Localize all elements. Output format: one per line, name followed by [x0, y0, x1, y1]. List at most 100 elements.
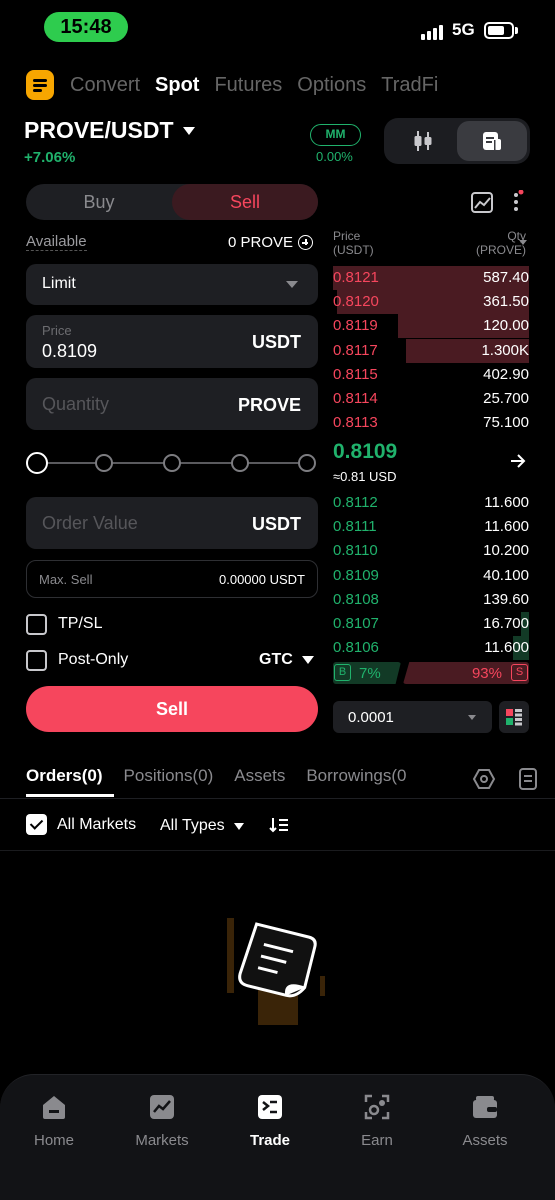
available-amount: 0 PROVE: [228, 234, 294, 251]
sell-button[interactable]: Sell: [26, 686, 318, 732]
bid-qty: 16.700: [483, 615, 529, 632]
ask-row[interactable]: 0.8113 75.100: [333, 411, 529, 435]
layout-icon: [506, 709, 522, 726]
slider-node-50[interactable]: [163, 454, 181, 472]
slider-node-0[interactable]: [26, 452, 48, 474]
caret-down-icon: [301, 656, 314, 664]
order-type-select[interactable]: Limit: [26, 264, 318, 305]
mm-value: 0.00%: [316, 149, 353, 164]
tab-convert[interactable]: Convert: [70, 74, 140, 97]
tab-tradfi[interactable]: TradFi: [381, 74, 438, 97]
menu-icon[interactable]: [26, 70, 54, 100]
bid-price: 0.8110: [333, 542, 378, 560]
max-sell-value: 0.00000 USDT: [219, 572, 305, 587]
all-markets-checkbox[interactable]: [26, 814, 47, 835]
tpsl-checkbox[interactable]: [26, 614, 47, 635]
quantity-placeholder: Quantity: [42, 394, 110, 414]
price-input[interactable]: Price 0.8109 USDT: [26, 315, 318, 368]
top-tabs: Convert Spot Futures Options TradFi: [26, 68, 453, 102]
orderbook-price-header: Price (USDT): [333, 229, 374, 257]
tab-positions[interactable]: Positions(0): [124, 766, 214, 800]
ask-row[interactable]: 0.8117 1.300K: [333, 338, 529, 363]
bid-row[interactable]: 0.8112 11.600: [333, 491, 529, 515]
nav-earn-label: Earn: [361, 1132, 393, 1149]
pair-selector[interactable]: PROVE/USDT: [24, 117, 195, 144]
wallet-icon: [473, 1096, 497, 1118]
ask-row[interactable]: 0.8119 120.00: [333, 314, 529, 339]
orderbook-view-button[interactable]: [457, 121, 527, 161]
ask-price: 0.8114: [333, 390, 378, 407]
amount-slider[interactable]: [26, 452, 318, 474]
mid-price[interactable]: 0.8109: [333, 440, 397, 464]
status-time: 15:48: [44, 12, 128, 42]
slider-node-25[interactable]: [95, 454, 113, 472]
bid-qty: 11.600: [484, 639, 529, 657]
divider: [0, 798, 555, 799]
bid-qty: 11.600: [484, 494, 529, 511]
bid-row[interactable]: 0.8110 10.200: [333, 539, 529, 563]
nav-assets[interactable]: Assets: [435, 1093, 535, 1149]
pair-symbol: PROVE/USDT: [24, 117, 174, 143]
slider-node-100[interactable]: [298, 454, 316, 472]
bid-row[interactable]: 0.8108 139.60: [333, 588, 529, 612]
bid-row[interactable]: 0.8109 40.100: [333, 564, 529, 588]
tpsl-label: TP/SL: [58, 615, 103, 632]
max-sell-row: Max. Sell 0.00000 USDT: [26, 560, 318, 598]
qty-unit-caret-icon[interactable]: [519, 240, 527, 245]
quantity-input[interactable]: Quantity PROVE: [26, 378, 318, 430]
tab-assets[interactable]: Assets: [234, 766, 285, 800]
ask-price: 0.8117: [333, 341, 378, 359]
ask-row[interactable]: 0.8121 587.40: [333, 266, 529, 290]
candlestick-icon: [414, 131, 432, 151]
available-value: 0 PROVE: [228, 234, 314, 251]
nav-markets[interactable]: Markets: [112, 1093, 212, 1149]
nav-markets-label: Markets: [135, 1132, 189, 1149]
home-icon: [43, 1096, 65, 1119]
chart-view-button[interactable]: [390, 122, 456, 160]
precision-select[interactable]: 0.0001: [333, 701, 492, 733]
post-only-checkbox[interactable]: [26, 650, 47, 671]
order-value-unit: USDT: [252, 514, 301, 534]
ask-row[interactable]: 0.8115 402.90: [333, 363, 529, 387]
bid-row[interactable]: 0.8107 16.700: [333, 612, 529, 636]
battery-icon: [484, 22, 514, 39]
orderbook-layout-button[interactable]: [499, 701, 529, 733]
depth-chart-icon[interactable]: [470, 190, 496, 216]
trade-icon: [258, 1095, 282, 1119]
sell-tab[interactable]: Sell: [172, 184, 318, 220]
all-types-select[interactable]: All Types: [160, 817, 244, 835]
arrow-right-icon[interactable]: [510, 453, 526, 469]
price-unit: USDT: [252, 332, 301, 352]
document-icon: [483, 132, 501, 150]
more-icon[interactable]: [508, 190, 524, 216]
bid-price: 0.8106: [333, 639, 379, 657]
side-switch: Buy Sell: [26, 184, 318, 220]
bid-row[interactable]: 0.8111 11.600: [333, 515, 529, 539]
signal-icon: [421, 24, 443, 40]
order-value-input[interactable]: Order Value USDT: [26, 497, 318, 549]
order-history-icon[interactable]: [517, 767, 539, 791]
time-in-force-select[interactable]: GTC: [259, 651, 314, 669]
nav-trade[interactable]: Trade: [220, 1093, 320, 1149]
bid-qty: 11.600: [484, 518, 529, 536]
mm-badge[interactable]: MM: [310, 124, 361, 146]
add-funds-icon[interactable]: [298, 235, 314, 250]
sort-icon[interactable]: [269, 816, 289, 834]
active-tab-indicator: [26, 794, 114, 797]
tab-options[interactable]: Options: [297, 74, 366, 97]
ask-row[interactable]: 0.8114 25.700: [333, 387, 529, 411]
tab-futures[interactable]: Futures: [214, 74, 282, 97]
nav-earn[interactable]: Earn: [327, 1093, 427, 1149]
ask-row[interactable]: 0.8120 361.50: [333, 290, 529, 315]
ask-qty: 587.40: [483, 269, 529, 286]
tab-spot[interactable]: Spot: [155, 74, 199, 97]
nav-home[interactable]: Home: [4, 1093, 104, 1149]
buy-tab[interactable]: Buy: [26, 184, 172, 220]
bid-row[interactable]: 0.8106 11.600: [333, 636, 529, 661]
tab-borrowings[interactable]: Borrowings(0: [306, 766, 406, 800]
hexagon-settings-icon[interactable]: [472, 767, 496, 791]
network-type: 5G: [452, 20, 475, 39]
ask-price: 0.8115: [333, 365, 378, 383]
slider-node-75[interactable]: [231, 454, 249, 472]
order-type-value: Limit: [42, 275, 76, 292]
